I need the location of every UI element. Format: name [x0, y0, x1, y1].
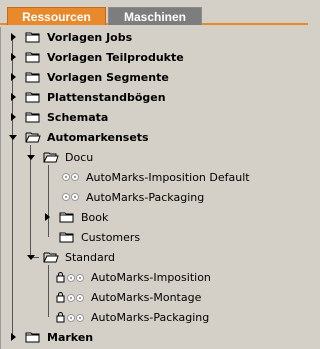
tree-item-label: AutoMarks-Imposition Default — [86, 170, 250, 184]
resource-tree: Vorlagen Jobs Vorlagen Teilprodukte Vorl… — [0, 27, 308, 349]
open-folder-icon — [43, 150, 59, 164]
folder-icon — [25, 90, 41, 104]
tree-item-standard[interactable]: Standard — [27, 247, 115, 267]
tree-line — [48, 265, 49, 317]
locked-automark-icon — [56, 291, 86, 303]
collapse-icon[interactable] — [27, 155, 35, 160]
tree-item-label: Plattenstandbögen — [47, 90, 166, 104]
tree-item-schemata[interactable]: Schemata — [11, 107, 108, 127]
expand-icon[interactable] — [11, 93, 16, 101]
tree-item-label: AutoMarks-Packaging — [86, 190, 205, 204]
folder-icon — [25, 330, 41, 344]
tree-item-label: AutoMarks-Montage — [91, 290, 202, 304]
folder-icon — [25, 110, 41, 124]
tree-item-label: Vorlagen Segmente — [47, 70, 169, 84]
tree-item-automarkensets[interactable]: Automarkensets — [9, 127, 149, 147]
tab-bar: Ressourcen Maschinen — [0, 0, 308, 25]
folder-icon — [25, 30, 41, 44]
tree-item-label: AutoMarks-Imposition — [91, 270, 211, 284]
folder-icon — [25, 70, 41, 84]
folder-icon — [59, 230, 75, 244]
tree-item-automarks-packaging[interactable]: AutoMarks-Packaging — [61, 187, 204, 207]
tree-item-automarks-packaging-standard[interactable]: AutoMarks-Packaging — [56, 307, 209, 327]
tree-item-label: Vorlagen Teilprodukte — [47, 50, 184, 64]
tree-item-label: Schemata — [47, 110, 109, 124]
locked-automark-icon — [56, 271, 86, 283]
open-folder-icon — [43, 250, 59, 264]
expand-icon[interactable] — [11, 113, 16, 121]
tab-maschinen[interactable]: Maschinen — [108, 7, 202, 25]
tree-item-label: Automarkensets — [47, 130, 149, 144]
automark-icon — [61, 172, 81, 182]
tree-item-docu[interactable]: Docu — [27, 147, 93, 167]
tree-item-book[interactable]: Book — [45, 207, 108, 227]
tree-item-label: AutoMarks-Packaging — [91, 310, 210, 324]
open-folder-icon — [25, 130, 41, 144]
folder-icon — [25, 50, 41, 64]
tree-item-vorlagen-jobs[interactable]: Vorlagen Jobs — [11, 27, 132, 47]
tree-item-vorlagen-teilprodukte[interactable]: Vorlagen Teilprodukte — [11, 47, 184, 67]
tree-item-label: Customers — [81, 230, 141, 244]
tree-item-customers[interactable]: Customers — [45, 227, 140, 247]
collapse-icon[interactable] — [27, 255, 35, 260]
tree-item-label: Docu — [65, 150, 94, 164]
tree-item-plattenstandboegen[interactable]: Plattenstandbögen — [11, 87, 166, 107]
tree-item-automarks-imposition-default[interactable]: AutoMarks-Imposition Default — [61, 167, 250, 187]
tree-item-label: Vorlagen Jobs — [47, 30, 133, 44]
collapse-icon[interactable] — [9, 135, 17, 140]
tree-item-automarks-imposition[interactable]: AutoMarks-Imposition — [56, 267, 211, 287]
expand-icon[interactable] — [11, 333, 16, 341]
tree-item-vorlagen-segmente[interactable]: Vorlagen Segmente — [11, 67, 169, 87]
tab-ressourcen[interactable]: Ressourcen — [7, 7, 106, 25]
tree-item-label: Marken — [47, 330, 94, 344]
expand-icon[interactable] — [11, 53, 16, 61]
tree-item-label: Book — [81, 210, 109, 224]
expand-icon[interactable] — [45, 213, 50, 221]
expand-icon[interactable] — [11, 33, 16, 41]
folder-icon — [59, 210, 75, 224]
automark-icon — [61, 192, 81, 202]
expand-icon[interactable] — [11, 73, 16, 81]
tree-item-marken[interactable]: Marken — [11, 327, 93, 347]
locked-automark-icon — [56, 311, 86, 323]
tree-item-label: Standard — [65, 250, 116, 264]
tree-item-automarks-montage[interactable]: AutoMarks-Montage — [56, 287, 201, 307]
